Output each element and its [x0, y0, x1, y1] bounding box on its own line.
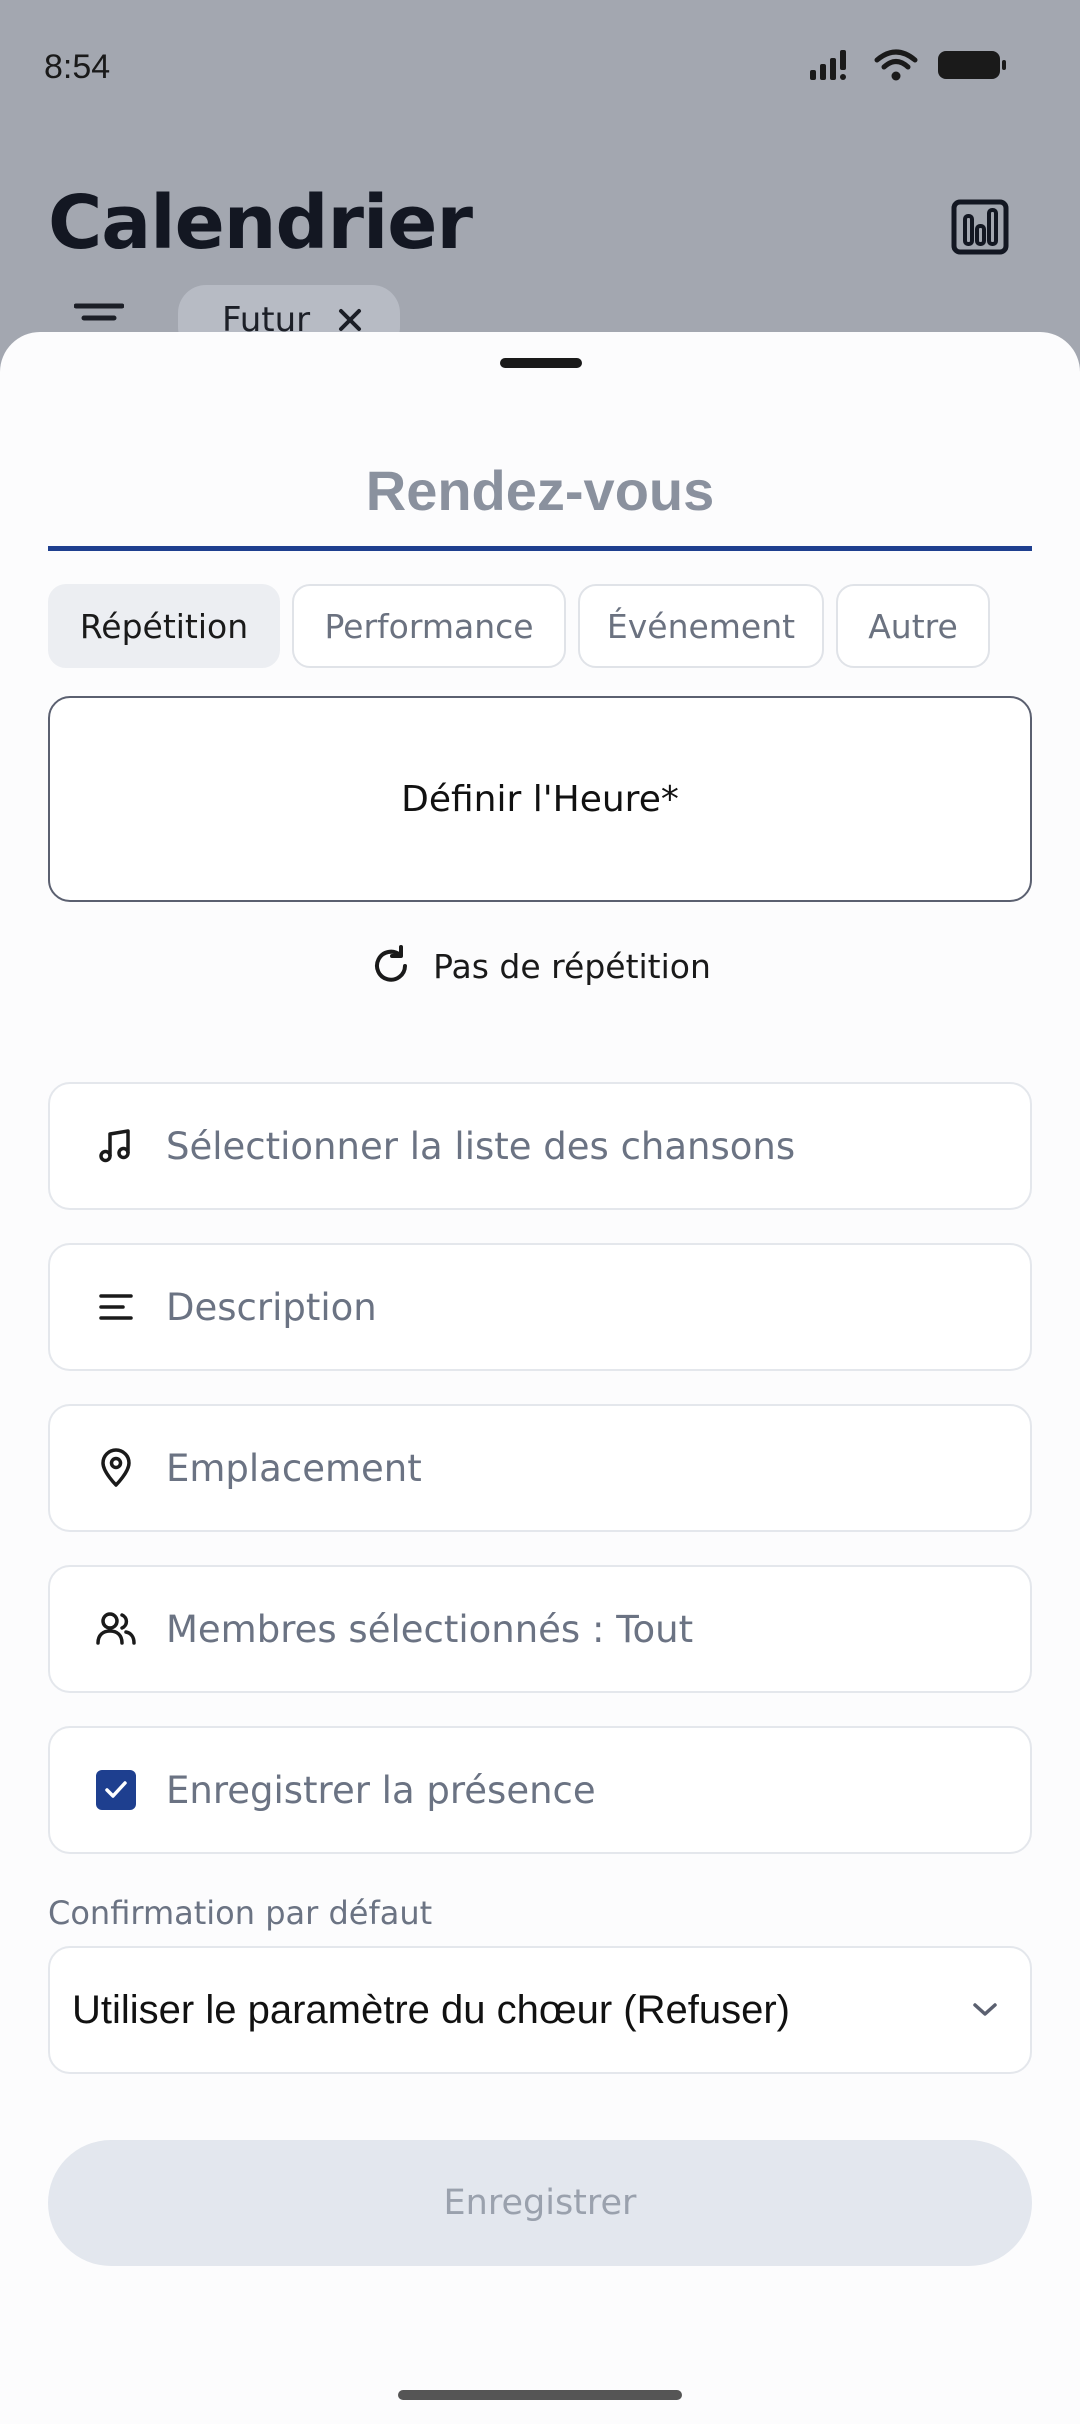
confirmation-select[interactable]: Utiliser le paramètre du chœur (Refuser) — [48, 1946, 1032, 2074]
signal-icon — [810, 50, 846, 80]
location-label: Emplacement — [166, 1446, 422, 1490]
save-button[interactable]: Enregistrer — [48, 2140, 1032, 2266]
repeat-selector[interactable]: Pas de répétition — [0, 944, 1080, 988]
attendance-checkbox[interactable] — [94, 1768, 138, 1812]
text-lines-icon — [94, 1285, 138, 1329]
status-time: 8:54 — [44, 48, 111, 86]
type-tabs: Répétition Performance Événement Autre — [48, 584, 990, 668]
filter-menu-icon[interactable] — [74, 302, 124, 332]
chevron-down-icon — [973, 2003, 997, 2016]
save-button-label: Enregistrer — [443, 2183, 637, 2223]
music-note-icon — [94, 1124, 138, 1168]
description-label: Description — [166, 1285, 377, 1329]
attendance-label: Enregistrer la présence — [166, 1768, 596, 1812]
home-indicator — [398, 2390, 682, 2400]
description-field[interactable]: Description — [48, 1243, 1032, 1371]
confirmation-value: Utiliser le paramètre du chœur (Refuser) — [72, 1987, 790, 2032]
tab-autre[interactable]: Autre — [836, 584, 990, 668]
sheet-title: Rendez-vous — [365, 459, 715, 522]
close-icon[interactable] — [338, 308, 362, 332]
check-icon — [96, 1770, 136, 1810]
status-bar: 8:54 — [0, 0, 1080, 140]
users-icon — [94, 1607, 138, 1651]
repeat-label: Pas de répétition — [433, 946, 711, 986]
status-icons — [808, 48, 1008, 82]
location-pin-icon — [94, 1446, 138, 1490]
tab-repetition[interactable]: Répétition — [48, 584, 280, 668]
set-time-button[interactable]: Définir l'Heure* — [48, 696, 1032, 902]
attendance-field[interactable]: Enregistrer la présence — [48, 1726, 1032, 1854]
appointment-sheet: Rendez-vous Répétition Performance Événe… — [0, 332, 1080, 2424]
confirmation-label: Confirmation par défaut — [48, 1894, 433, 1932]
members-label: Membres sélectionnés : Tout — [166, 1607, 694, 1651]
song-list-field[interactable]: Sélectionner la liste des chansons — [48, 1082, 1032, 1210]
tab-evenement[interactable]: Événement — [578, 584, 824, 668]
tab-performance[interactable]: Performance — [292, 584, 566, 668]
battery-icon — [938, 51, 1006, 79]
sheet-grabber[interactable] — [500, 358, 582, 368]
song-list-label: Sélectionner la liste des chansons — [166, 1124, 796, 1168]
title-underline — [48, 546, 1032, 551]
wifi-icon — [874, 49, 918, 81]
set-time-label: Définir l'Heure* — [401, 778, 679, 820]
page-title: Calendrier — [48, 180, 473, 266]
chart-icon[interactable] — [950, 196, 1010, 256]
members-field[interactable]: Membres sélectionnés : Tout — [48, 1565, 1032, 1693]
repeat-icon — [375, 945, 408, 982]
location-field[interactable]: Emplacement — [48, 1404, 1032, 1532]
